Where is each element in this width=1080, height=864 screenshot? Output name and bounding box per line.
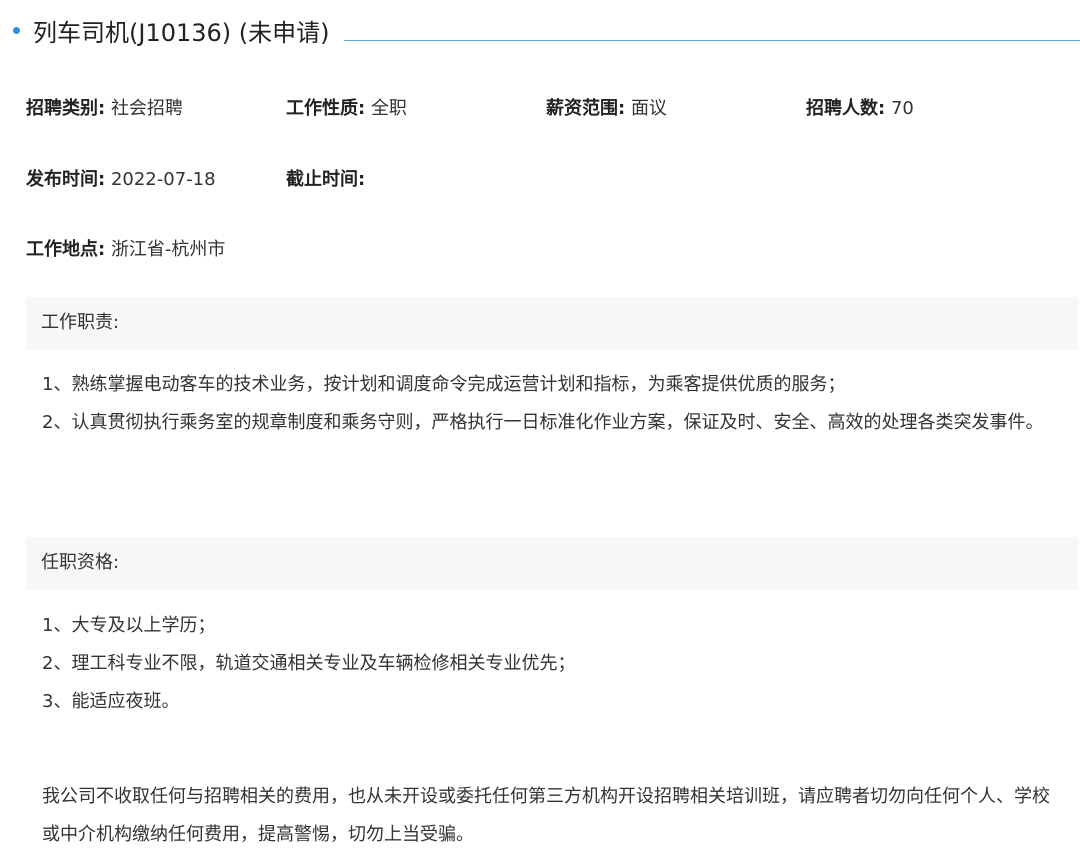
meta-location-value: 浙江省-杭州市 [110,239,226,260]
requirements-section-header: 任职资格: [26,537,1078,590]
meta-location: 工作地点: 浙江省-杭州市 [26,238,225,262]
duties-section-header: 工作职责: [26,297,1078,350]
job-title-row: 列车司机(J10136) (未申请) [8,10,1080,50]
meta-salary: 薪资范围: 面议 [546,97,667,121]
duties-item: 1、熟练掌握电动客车的技术业务，按计划和调度命令完成运营计划和指标，为乘客提供优… [42,374,846,395]
job-title: 列车司机(J10136) (未申请) [33,18,330,47]
meta-category: 招聘类别: 社会招聘 [26,97,183,121]
requirements-heading: 任职资格: [41,552,120,573]
meta-publish-label: 发布时间: [26,169,106,190]
meta-category-label: 招聘类别: [26,98,106,119]
meta-publish-value: 2022-07-18 [110,169,216,190]
meta-nature-label: 工作性质: [286,98,366,119]
title-divider [343,39,1080,41]
meta-salary-label: 薪资范围: [546,98,626,119]
meta-category-value: 社会招聘 [110,98,183,119]
requirements-list: 1、大专及以上学历； 2、理工科专业不限，轨道交通相关专业及车辆检修相关专业优先… [42,607,1067,721]
bullet-dot-icon [13,26,20,34]
requirements-item: 3、能适应夜班。 [42,691,180,712]
meta-deadline: 截止时间: [286,168,365,192]
anti-fraud-notice: 我公司不收取任何与招聘相关的费用，也从未开设或委托任何第三方机构开设招聘相关培训… [42,786,1050,845]
meta-deadline-label: 截止时间: [286,169,366,190]
meta-salary-value: 面议 [630,98,667,119]
meta-nature: 工作性质: 全职 [286,97,407,121]
meta-headcount-label: 招聘人数: [806,98,886,119]
duties-heading: 工作职责: [41,312,120,333]
requirements-item: 2、理工科专业不限，轨道交通相关专业及车辆检修相关专业优先； [42,653,576,674]
requirements-item: 1、大专及以上学历； [42,615,216,636]
meta-location-label: 工作地点: [26,239,106,260]
meta-headcount: 招聘人数: 70 [806,97,914,121]
duties-list: 1、熟练掌握电动客车的技术业务，按计划和调度命令完成运营计划和指标，为乘客提供优… [42,366,1067,442]
meta-nature-value: 全职 [370,98,407,119]
meta-publish: 发布时间: 2022-07-18 [26,168,216,192]
duties-item: 2、认真贯彻执行乘务室的规章制度和乘务守则，严格执行一日标准化作业方案，保证及时… [42,412,1044,433]
meta-headcount-value: 70 [890,98,914,119]
